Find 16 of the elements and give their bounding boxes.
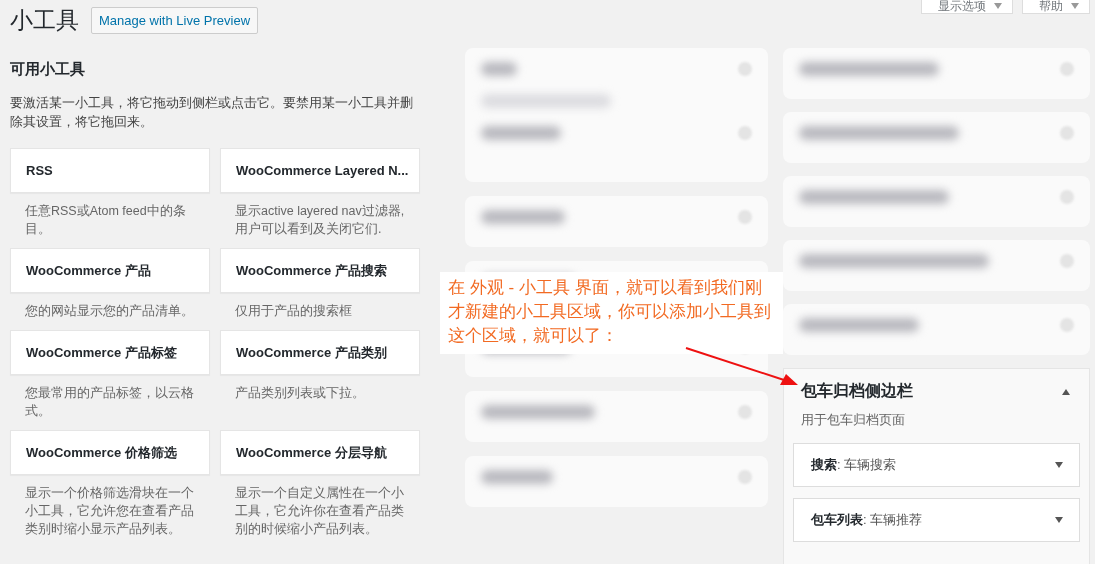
sidebar-title: 包车归档侧边栏 [801,381,913,401]
widget-description: 显示active layered nav过滤器,用户可以看到及关闭它们. [234,203,406,238]
widget-description: 显示一个自定义属性在一个小工具，它允许你在查看产品类别的时候缩小产品列表。 [234,485,405,538]
annotation-tooltip: 在 外观 - 小工具 界面，就可以看到我们刚才新建的小工具区域，你可以添加小工具到这个区域，就可以了： [440,272,783,354]
widget-label: 包车列表: 车辆推荐 [811,511,923,529]
page-title: 小工具 [10,5,79,35]
widget-description: 任意RSS或Atom feed中的条目。 [24,203,187,238]
widget-description: 您最常用的产品标签，以云格式。 [24,385,195,420]
sidebar-description: 用于包车归档页面 [800,412,906,429]
section-title: 可用小工具 [10,60,86,79]
widget-label: 搜索: 车辆搜索 [811,456,897,474]
widget-description: 仅用于产品的搜索框 [234,303,353,320]
widget-description: 显示一个价格筛选滑块在一个小工具，它允许您在查看产品类别时缩小显示产品列表。 [24,485,195,538]
widget-description: 产品类别列表或下拉。 [234,385,366,402]
widget-description: 您的网站显示您的产品清单。 [24,303,195,320]
section-description: 要激活某一小工具，将它拖动到侧栏或点击它。要禁用某一小工具并删除其设置，将它拖回来。 [10,94,414,131]
